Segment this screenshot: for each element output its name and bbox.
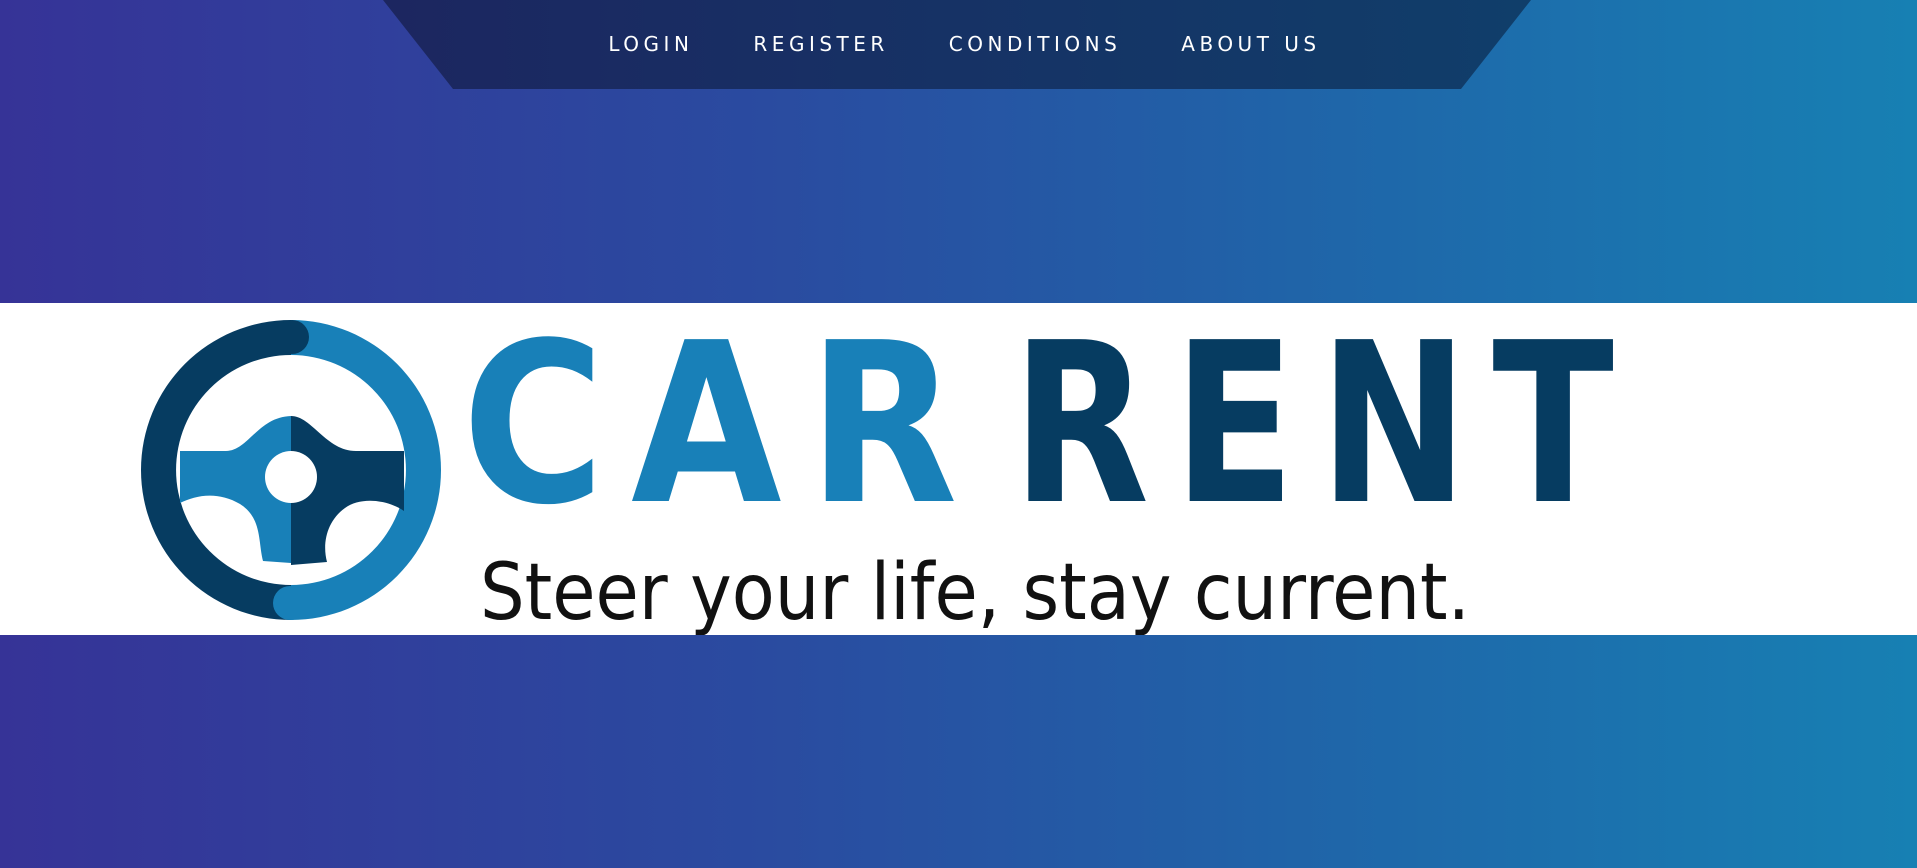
wordmark-car: CAR — [462, 303, 984, 554]
nav-login-link[interactable]: LOGIN — [608, 34, 693, 54]
top-navigation: LOGIN REGISTER CONDITIONS ABOUT US — [0, 0, 1917, 89]
nav-conditions-link[interactable]: CONDITIONS — [949, 34, 1121, 54]
steering-wheel-icon — [141, 320, 441, 620]
tagline: Steer your life, stay current. — [480, 548, 1470, 635]
carrent-logo: CAR RENT Steer your life, stay current. — [141, 303, 1638, 635]
wordmark-rent: RENT — [1012, 303, 1638, 554]
logo-banner: CAR RENT Steer your life, stay current. — [0, 303, 1917, 635]
nav-register-link[interactable]: REGISTER — [753, 34, 888, 54]
nav-links: LOGIN REGISTER CONDITIONS ABOUT US — [0, 0, 1917, 89]
nav-about-us-link[interactable]: ABOUT US — [1181, 34, 1320, 54]
